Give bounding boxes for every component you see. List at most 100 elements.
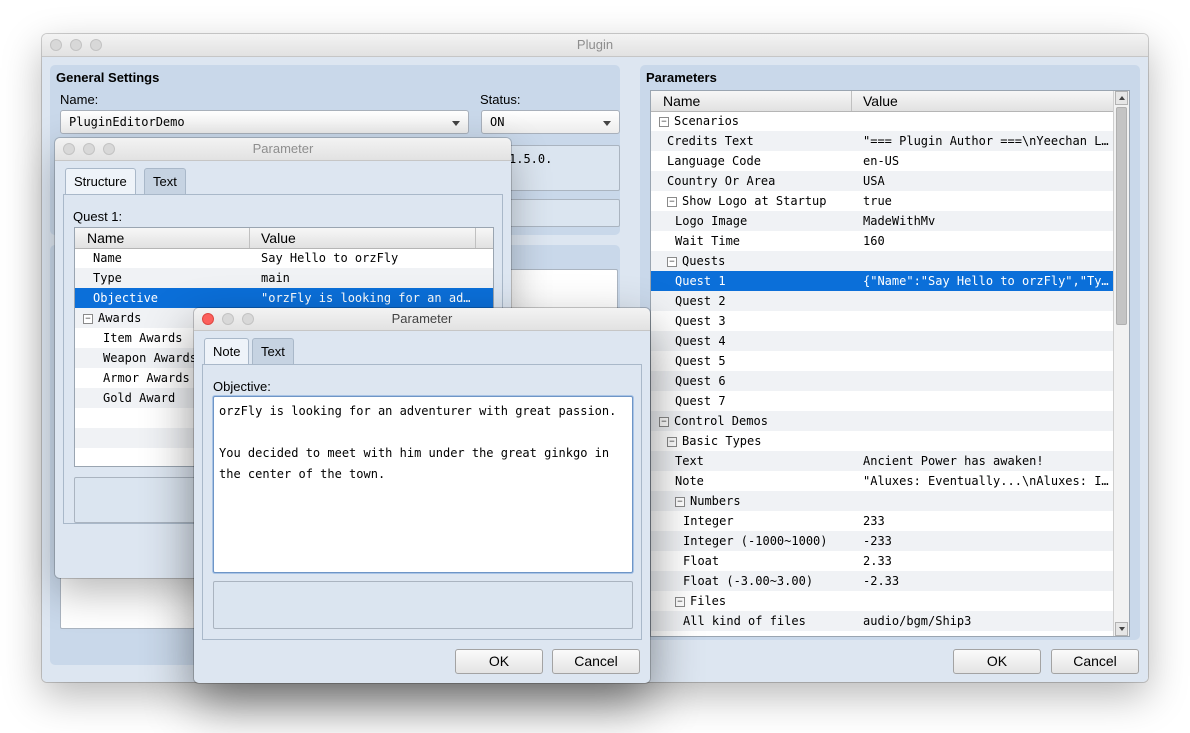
collapse-icon[interactable]: − xyxy=(659,417,669,427)
ok-button[interactable]: OK xyxy=(455,649,543,674)
collapse-icon[interactable]: − xyxy=(667,437,677,447)
tree-row[interactable]: Quest 2 xyxy=(651,291,1113,311)
objective-label: Objective: xyxy=(213,379,271,394)
tree-row[interactable]: Integer 233 xyxy=(651,511,1113,531)
tree-row[interactable]: − Basic Types xyxy=(651,431,1113,451)
tree-row-label: Integer (-1000~1000) xyxy=(683,534,828,548)
name-combobox-value: PluginEditorDemo xyxy=(69,115,185,129)
tree-row-label: Item Awards xyxy=(103,331,183,345)
tree-row[interactable]: Country Or Area USA xyxy=(651,171,1113,191)
scroll-thumb[interactable] xyxy=(1116,107,1127,325)
plugin-window-titlebar[interactable]: Plugin xyxy=(42,34,1148,57)
minimize-window-button[interactable] xyxy=(83,143,95,155)
dialog-title: Parameter xyxy=(252,141,314,156)
col-header-name[interactable]: Name xyxy=(663,93,700,109)
tree-row[interactable]: All kind of files audio/bgm/Ship3 xyxy=(651,611,1113,631)
tab-text[interactable]: Text xyxy=(252,338,294,364)
tree-row-label: Quest 2 xyxy=(675,294,726,308)
collapse-icon[interactable]: − xyxy=(675,497,685,507)
parameters-tree-header: Name Value xyxy=(651,91,1113,112)
zoom-window-button[interactable] xyxy=(242,313,254,325)
tree-row-name: Note xyxy=(675,471,859,491)
parameter-dialog-titlebar[interactable]: Parameter xyxy=(194,308,650,331)
tree-row[interactable]: Quest 4 xyxy=(651,331,1113,351)
tree-row[interactable]: Type main xyxy=(75,268,493,288)
tree-row-name: Integer (-1000~1000) xyxy=(683,531,859,551)
tab-structure[interactable]: Structure xyxy=(65,168,136,194)
close-window-button[interactable] xyxy=(50,39,62,51)
tree-row[interactable]: Logo Image MadeWithMv xyxy=(651,211,1113,231)
tree-row-label: Basic Types xyxy=(682,434,762,448)
zoom-window-button[interactable] xyxy=(90,39,102,51)
tree-row-label: Float (-3.00~3.00) xyxy=(683,574,814,588)
tree-row[interactable]: − Numbers xyxy=(651,491,1113,511)
objective-line-1: orzFly is looking for an adventurer with… xyxy=(219,404,617,418)
collapse-icon[interactable]: − xyxy=(667,257,677,267)
tree-row[interactable]: Quest 6 xyxy=(651,371,1113,391)
col-header-name[interactable]: Name xyxy=(87,230,124,246)
status-combobox[interactable]: ON xyxy=(481,110,620,134)
tree-row[interactable]: Name Say Hello to orzFly xyxy=(75,248,493,268)
parameters-scrollbar[interactable] xyxy=(1113,91,1129,636)
tree-row[interactable]: Float 2.33 xyxy=(651,551,1113,571)
tab-note[interactable]: Note xyxy=(204,338,250,364)
tree-row[interactable]: Quest 1 {"Name":"Say Hello to orzFly","Ty… xyxy=(651,271,1113,291)
tree-row[interactable]: Text Ancient Power has awaken! xyxy=(651,451,1113,471)
collapse-icon[interactable]: − xyxy=(675,597,685,607)
tree-row[interactable]: Quest 3 xyxy=(651,311,1113,331)
parameters-tree[interactable]: Name Value − Scenarios Credits Text "=== Pl… xyxy=(650,90,1130,637)
tree-row[interactable]: Wait Time 160 xyxy=(651,231,1113,251)
close-window-button[interactable] xyxy=(63,143,75,155)
ok-button[interactable]: OK xyxy=(953,649,1041,674)
tree-row[interactable]: Objective "orzFly is looking for an ad… xyxy=(75,288,493,308)
col-header-value[interactable]: Value xyxy=(261,230,296,246)
tree-row[interactable]: Quest 7 xyxy=(651,391,1113,411)
tree-row[interactable]: − Show Logo at Startup true xyxy=(651,191,1113,211)
tree-row[interactable]: Language Code en-US xyxy=(651,151,1113,171)
collapse-icon[interactable]: − xyxy=(667,197,677,207)
tree-row-value: -233 xyxy=(863,534,892,548)
parameter-dialog-titlebar[interactable]: Parameter xyxy=(55,138,511,161)
author-field[interactable] xyxy=(502,199,620,227)
cancel-button[interactable]: Cancel xyxy=(552,649,640,674)
tree-row-name: Float xyxy=(683,551,859,571)
tree-row[interactable]: − Control Demos xyxy=(651,411,1113,431)
tree-row[interactable]: − Files xyxy=(651,591,1113,611)
tree-row-label: Quest 5 xyxy=(675,354,726,368)
col-header-value[interactable]: Value xyxy=(863,93,898,109)
tree-row-name: Quest 5 xyxy=(675,351,859,371)
tree-row-label: Integer xyxy=(683,514,734,528)
objective-textarea[interactable]: orzFly is looking for an adventurer with… xyxy=(213,396,633,573)
arrow-down-icon xyxy=(1119,627,1125,631)
tree-row[interactable]: − Scenarios xyxy=(651,111,1113,131)
tree-row[interactable]: Integer (-1000~1000) -233 xyxy=(651,531,1113,551)
tree-row-name: Quest 3 xyxy=(675,311,859,331)
tree-row[interactable]: Quest 5 xyxy=(651,351,1113,371)
tree-row-name: Name xyxy=(93,248,257,268)
description-field[interactable]: 1.5.0. xyxy=(502,145,620,191)
name-combobox[interactable]: PluginEditorDemo xyxy=(60,110,469,134)
scroll-up-button[interactable] xyxy=(1115,91,1128,105)
tree-row-label: Armor Awards xyxy=(103,371,190,385)
tree-row-label: Wait Time xyxy=(675,234,741,248)
tree-row-label: Name xyxy=(93,251,122,265)
close-window-button[interactable] xyxy=(202,313,214,325)
collapse-icon[interactable]: − xyxy=(83,314,93,324)
cancel-button[interactable]: Cancel xyxy=(1051,649,1139,674)
scroll-down-button[interactable] xyxy=(1115,622,1128,636)
tree-row[interactable]: Float (-3.00~3.00) -2.33 xyxy=(651,571,1113,591)
chevron-down-icon xyxy=(603,121,611,126)
minimize-window-button[interactable] xyxy=(70,39,82,51)
tree-row-label: Note xyxy=(675,474,704,488)
tree-row[interactable]: − Quests xyxy=(651,251,1113,271)
collapse-icon[interactable]: − xyxy=(659,117,669,127)
tree-row[interactable]: Note "Aluxes: Eventually...\nAluxes: I… xyxy=(651,471,1113,491)
tab-text[interactable]: Text xyxy=(144,168,186,194)
tree-row-value: true xyxy=(863,194,892,208)
zoom-window-button[interactable] xyxy=(103,143,115,155)
minimize-window-button[interactable] xyxy=(222,313,234,325)
tree-row-name: Type xyxy=(93,268,257,288)
tree-row-value: "orzFly is looking for an ad… xyxy=(261,291,471,305)
tree-row[interactable]: Credits Text "=== Plugin Author ===\nYeec… xyxy=(651,131,1113,151)
tree-row-name: Quest 7 xyxy=(675,391,859,411)
